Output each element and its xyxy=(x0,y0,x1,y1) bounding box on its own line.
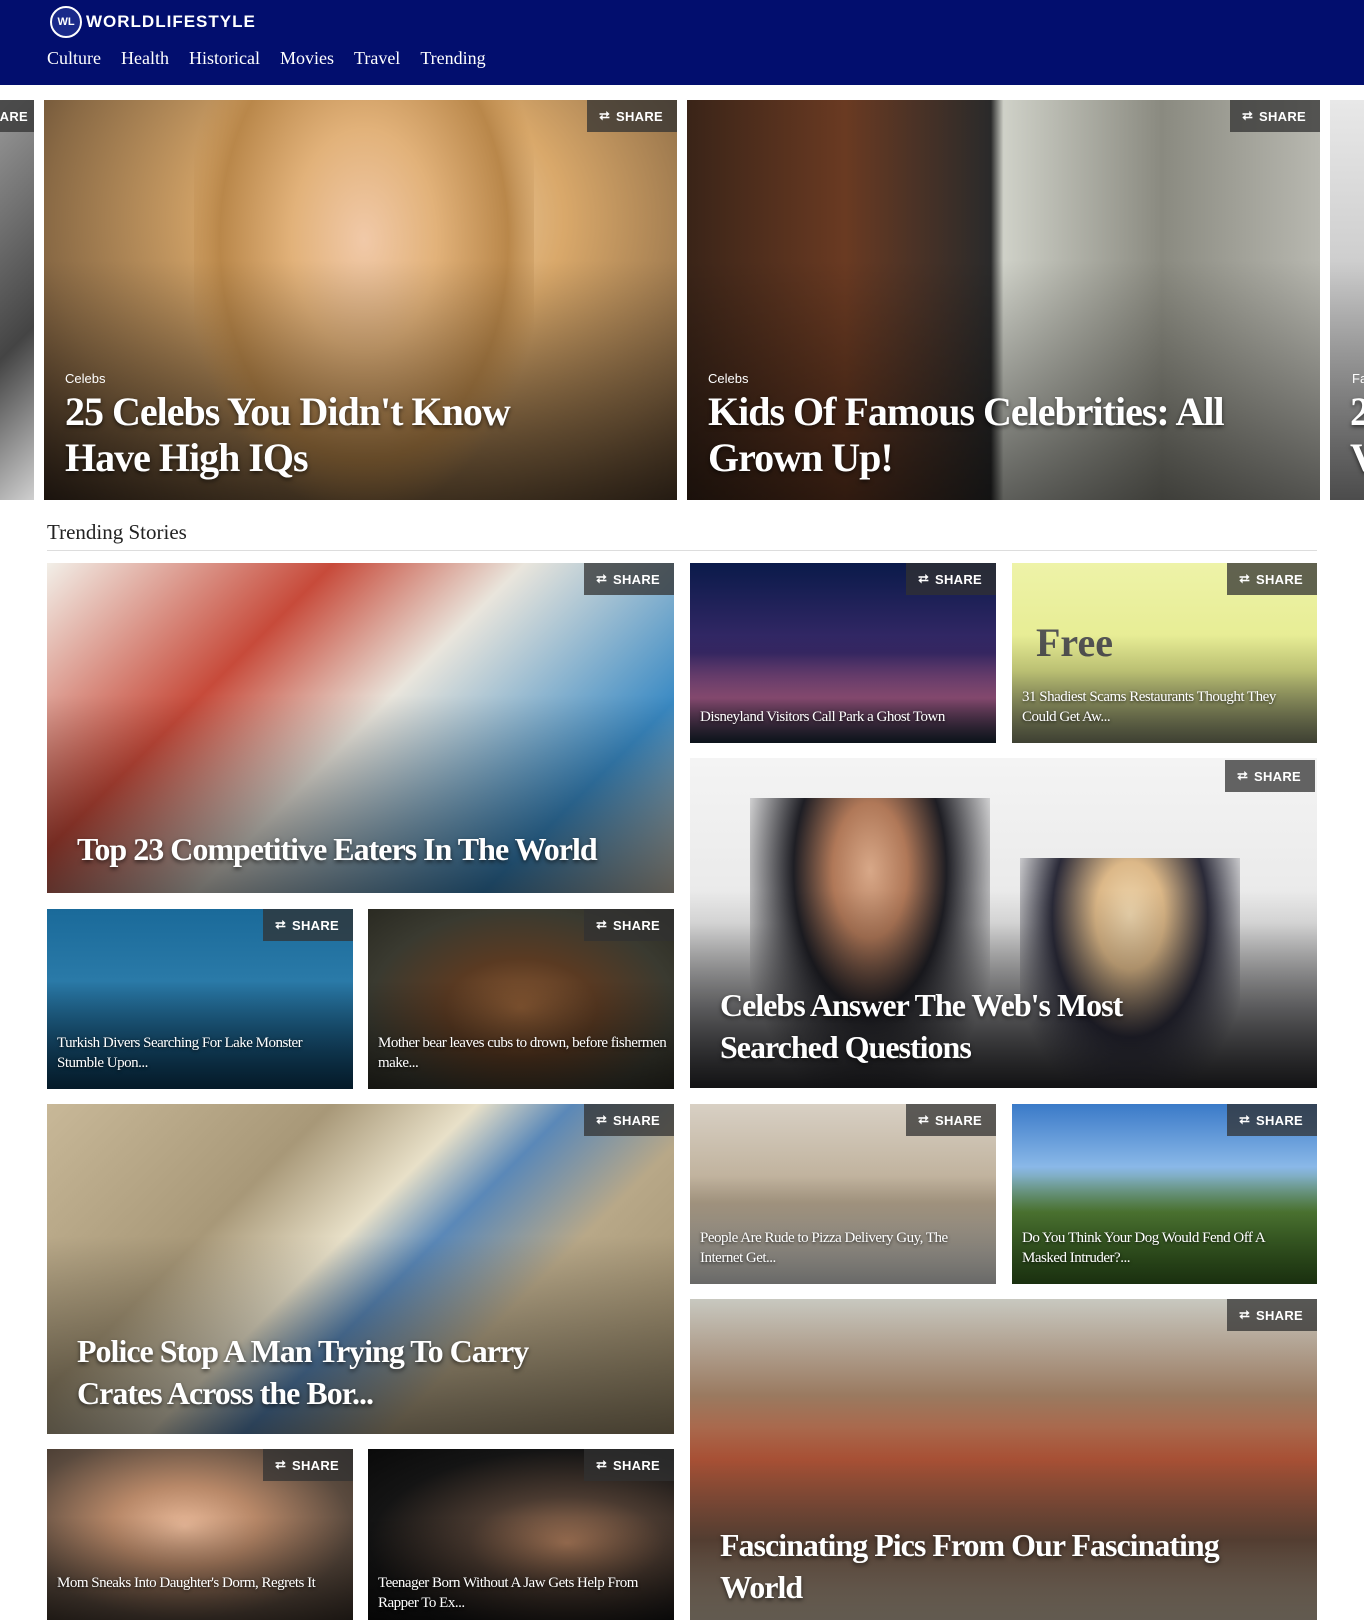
story-card[interactable]: ⮂ SHARE People Are Rude to Pizza Deliver… xyxy=(690,1104,996,1284)
carousel-partial-right[interactable]: Fa 2 V xyxy=(1330,100,1364,500)
share-button[interactable]: ⮂ SHARE xyxy=(1225,760,1315,792)
share-button[interactable]: ⮂ SHARE xyxy=(584,909,674,941)
share-button[interactable]: ⮂ SHARE xyxy=(1227,563,1317,595)
slide-category[interactable]: Celebs xyxy=(708,371,748,386)
share-icon: ⮂ xyxy=(596,917,607,932)
share-button[interactable]: ⮂ SHARE xyxy=(584,1449,674,1481)
story-title[interactable]: Fascinating Pics From Our Fascinating Wo… xyxy=(720,1524,1280,1608)
story-title[interactable]: 31 Shadiest Scams Restaurants Thought Th… xyxy=(1022,687,1312,727)
story-title[interactable]: Celebs Answer The Web's Most Searched Qu… xyxy=(720,984,1240,1068)
nav-historical[interactable]: Historical xyxy=(189,48,260,69)
story-card[interactable]: ⮂ SHARE Do You Think Your Dog Would Fend… xyxy=(1012,1104,1317,1284)
share-button[interactable]: ⮂ SHARE xyxy=(1227,1104,1317,1136)
share-icon: ⮂ xyxy=(596,571,607,586)
share-icon: ⮂ xyxy=(1239,1112,1250,1127)
share-button[interactable]: ⮂ SHARE xyxy=(1230,100,1320,132)
story-card[interactable]: ⮂ SHARE Mom Sneaks Into Daughter's Dorm,… xyxy=(47,1449,353,1620)
story-card[interactable]: ⮂ SHARE Celebs Answer The Web's Most Sea… xyxy=(690,758,1317,1088)
share-button[interactable]: ⮂ SHARE xyxy=(1227,1299,1317,1331)
share-button[interactable]: ⮂ SHARE xyxy=(906,563,996,595)
nav-travel[interactable]: Travel xyxy=(354,48,400,69)
share-icon: ⮂ xyxy=(596,1457,607,1472)
story-title[interactable]: Do You Think Your Dog Would Fend Off A M… xyxy=(1022,1228,1312,1268)
story-card[interactable]: ⮂ SHARE Mother bear leaves cubs to drown… xyxy=(368,909,674,1089)
share-icon: ⮂ xyxy=(596,1112,607,1127)
nav-movies[interactable]: Movies xyxy=(280,48,334,69)
carousel-partial-left[interactable]: ARE xyxy=(0,100,34,500)
story-card[interactable]: ⮂ SHARE Teenager Born Without A Jaw Gets… xyxy=(368,1449,674,1620)
nav-trending[interactable]: Trending xyxy=(420,48,485,69)
share-icon: ⮂ xyxy=(275,1457,286,1472)
share-icon: ⮂ xyxy=(918,1112,929,1127)
trending-heading: Trending Stories xyxy=(47,520,1317,551)
carousel-slide-2[interactable]: ⮂ SHARE Celebs Kids Of Famous Celebritie… xyxy=(687,100,1320,500)
story-title[interactable]: Teenager Born Without A Jaw Gets Help Fr… xyxy=(378,1573,668,1613)
share-icon: ⮂ xyxy=(1242,108,1253,123)
story-card[interactable]: ⮂ SHARE Disneyland Visitors Call Park a … xyxy=(690,563,996,743)
share-icon: ⮂ xyxy=(1237,768,1248,783)
story-title[interactable]: Turkish Divers Searching For Lake Monste… xyxy=(57,1033,347,1073)
logo-badge: WL xyxy=(50,6,82,38)
share-icon: ⮂ xyxy=(599,108,610,123)
story-card[interactable]: ⮂ SHARE Police Stop A Man Trying To Carr… xyxy=(47,1104,674,1434)
story-card[interactable]: ⮂ SHARE Fascinating Pics From Our Fascin… xyxy=(690,1299,1317,1620)
share-button[interactable]: ⮂ SHARE xyxy=(587,100,677,132)
share-button-partial[interactable]: ARE xyxy=(0,100,34,132)
share-icon: ⮂ xyxy=(275,917,286,932)
share-button[interactable]: ⮂ SHARE xyxy=(584,563,674,595)
story-title[interactable]: Mom Sneaks Into Daughter's Dorm, Regrets… xyxy=(57,1573,347,1593)
share-button[interactable]: ⮂ SHARE xyxy=(263,909,353,941)
story-title[interactable]: Top 23 Competitive Eaters In The World xyxy=(77,828,657,870)
site-header: WL WORLDLIFESTYLE Culture Health Histori… xyxy=(0,0,1364,85)
share-icon: ⮂ xyxy=(1239,571,1250,586)
site-logo[interactable]: WL WORLDLIFESTYLE xyxy=(50,6,256,38)
story-title[interactable]: Disneyland Visitors Call Park a Ghost To… xyxy=(700,707,990,727)
story-card[interactable]: ⮂ SHARE Top 23 Competitive Eaters In The… xyxy=(47,563,674,893)
nav-health[interactable]: Health xyxy=(121,48,169,69)
carousel-slide-1[interactable]: ⮂ SHARE Celebs 25 Celebs You Didn't Know… xyxy=(44,100,677,500)
slide-title[interactable]: 25 Celebs You Didn't Know Have High IQs xyxy=(65,389,565,481)
story-title[interactable]: Mother bear leaves cubs to drown, before… xyxy=(378,1033,668,1073)
slide-category[interactable]: Celebs xyxy=(65,371,105,386)
share-icon: ⮂ xyxy=(918,571,929,586)
nav-culture[interactable]: Culture xyxy=(47,48,101,69)
story-title[interactable]: People Are Rude to Pizza Delivery Guy, T… xyxy=(700,1228,990,1268)
share-button[interactable]: ⮂ SHARE xyxy=(906,1104,996,1136)
story-title[interactable]: Police Stop A Man Trying To Carry Crates… xyxy=(77,1330,597,1414)
share-button[interactable]: ⮂ SHARE xyxy=(263,1449,353,1481)
share-button[interactable]: ⮂ SHARE xyxy=(584,1104,674,1136)
main-nav: Culture Health Historical Movies Travel … xyxy=(47,48,506,69)
story-card[interactable]: ⮂ SHARE Turkish Divers Searching For Lak… xyxy=(47,909,353,1089)
story-card[interactable]: Free ⮂ SHARE 31 Shadiest Scams Restauran… xyxy=(1012,563,1317,743)
slide-title[interactable]: Kids Of Famous Celebrities: All Grown Up… xyxy=(708,389,1248,481)
share-icon: ⮂ xyxy=(1239,1307,1250,1322)
logo-text: WORLDLIFESTYLE xyxy=(86,12,256,31)
